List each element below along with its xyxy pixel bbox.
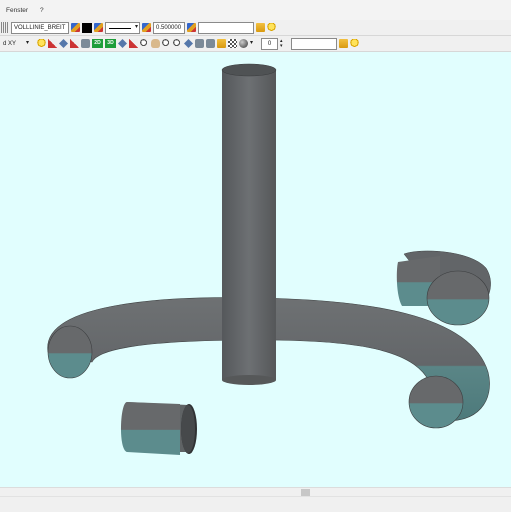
zoom-out-icon[interactable] [173, 39, 182, 48]
chevron-down-icon[interactable]: ▾ [250, 39, 259, 48]
zoom-window-icon[interactable] [140, 39, 149, 48]
vertical-cylinder-solid[interactable] [221, 63, 277, 385]
render-icon[interactable] [129, 39, 138, 48]
hatch-icon[interactable] [228, 39, 237, 48]
elbow-pipe-solid[interactable] [396, 250, 491, 326]
layer-settings-icon[interactable] [187, 23, 196, 32]
line-type-dropdown[interactable]: ▾ [105, 21, 140, 34]
line-width-field[interactable]: 0.500000 [153, 21, 185, 34]
menu-item-fenster[interactable]: Fenster [6, 7, 28, 14]
toolbar-attributes: VOLLLINIE_BREIT ▾ 0.500000 [0, 20, 511, 36]
toolbar-grip[interactable] [1, 22, 9, 33]
status-bar [0, 496, 511, 512]
chevron-down-icon[interactable]: ▾ [26, 39, 35, 48]
box-icon[interactable] [217, 39, 226, 48]
line-width-icon[interactable] [142, 23, 151, 32]
scene-canvas[interactable] [0, 52, 511, 487]
line-style-field[interactable]: VOLLLINIE_BREIT [11, 21, 69, 34]
color-swatch-icon[interactable] [82, 22, 92, 33]
zoom-all-icon[interactable] [184, 39, 193, 48]
text-field[interactable] [291, 37, 337, 50]
plane-selector[interactable]: d XY [0, 38, 24, 50]
chevron-down-icon: ▾ [134, 23, 138, 30]
folder-icon[interactable] [256, 23, 265, 32]
snap-icon[interactable] [48, 39, 57, 48]
pan-hand-icon[interactable] [151, 39, 160, 48]
folder-icon[interactable] [339, 39, 348, 48]
view-2d-button[interactable]: 2D [92, 39, 103, 48]
menu-item-help[interactable]: ? [40, 7, 44, 14]
lightbulb-icon[interactable] [37, 39, 46, 48]
short-cylinder-solid[interactable] [120, 402, 197, 455]
rotate-view-icon[interactable] [118, 39, 127, 48]
toolbar-view: d XY ▾ 2D 3D ▾ 0 ▴ ▾ [0, 36, 511, 52]
view-3d-button[interactable]: 3D [105, 39, 116, 48]
lock-icon[interactable] [81, 39, 90, 48]
shading-icon[interactable] [239, 39, 248, 48]
edit-pencil-icon[interactable] [70, 39, 79, 48]
scrollbar-thumb[interactable] [301, 489, 310, 496]
section-icon[interactable] [206, 39, 215, 48]
pen-icon[interactable] [94, 23, 103, 32]
text-field[interactable] [198, 21, 254, 34]
menu-bar: Fenster ? [0, 0, 511, 20]
lightbulb-icon[interactable] [350, 39, 359, 48]
lightbulb-icon[interactable] [267, 23, 276, 32]
zoom-in-icon[interactable] [162, 39, 171, 48]
number-field[interactable]: 0 [261, 37, 278, 50]
layer-icon[interactable] [71, 23, 80, 32]
copy-view-icon[interactable] [195, 39, 204, 48]
pointer-icon[interactable] [59, 39, 68, 48]
spinner-icon[interactable]: ▴ ▾ [280, 39, 289, 49]
viewport-3d[interactable] [0, 52, 511, 487]
